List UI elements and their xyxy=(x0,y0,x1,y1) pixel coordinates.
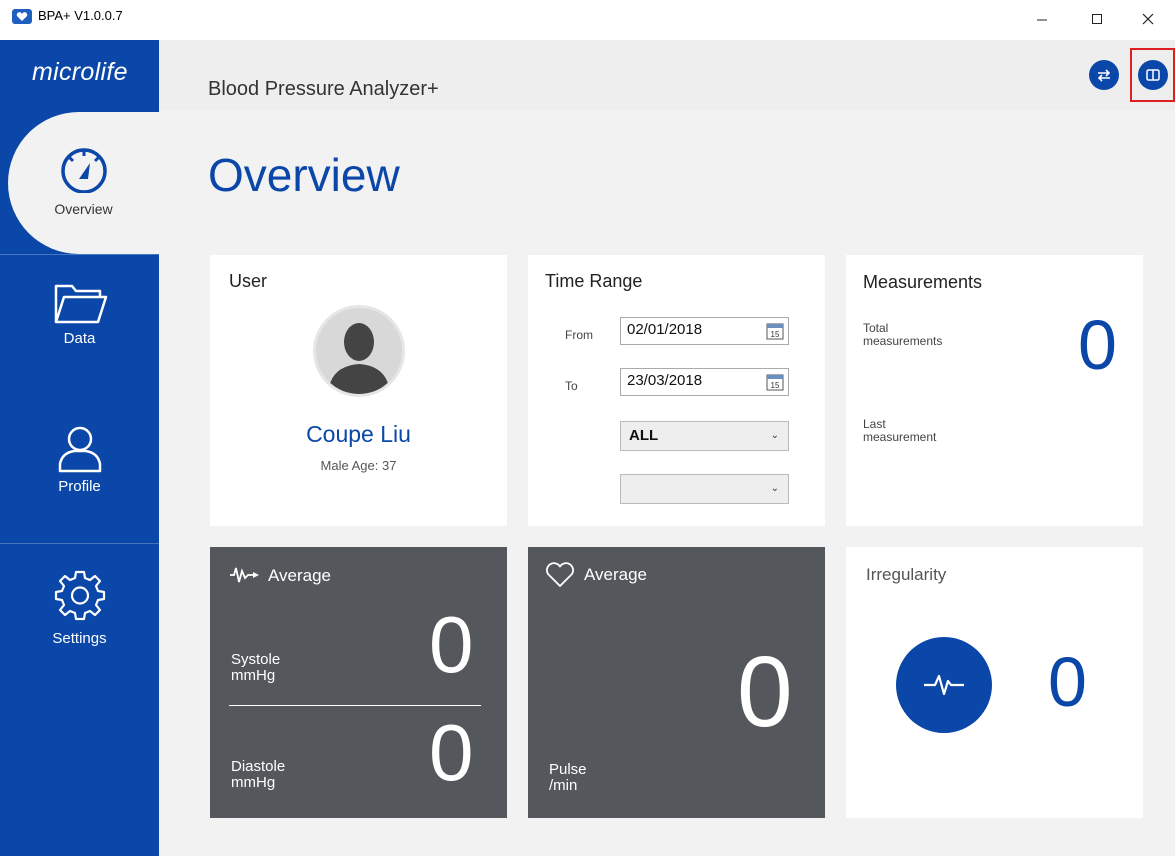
calendar-icon[interactable]: 15 xyxy=(766,322,784,340)
folder-icon xyxy=(54,284,107,324)
sidebar-item-profile[interactable]: Profile xyxy=(0,424,159,524)
range-select-value: ALL xyxy=(629,427,659,444)
time-range-card: Time Range From 02/01/2018 15 To 23/03/2… xyxy=(528,255,825,526)
pulse-label: Pulse /min xyxy=(549,761,587,794)
total-measurements-label: Total measurements xyxy=(863,321,943,348)
last-measurement-label: Last measurement xyxy=(863,417,937,444)
calendar-icon[interactable]: 15 xyxy=(766,373,784,391)
minimize-icon xyxy=(1037,19,1047,21)
sidebar-item-settings[interactable]: Settings xyxy=(0,568,159,668)
sidebar-item-label: Settings xyxy=(52,630,107,647)
diastole-value: 0 xyxy=(429,708,474,797)
pulse-average-card: Average 0 Pulse /min xyxy=(528,547,825,818)
calendar-day: 15 xyxy=(771,381,780,390)
sidebar: microlife Overview Data Profile Settings xyxy=(0,40,159,856)
gear-icon xyxy=(54,570,105,621)
header: Blood Pressure Analyzer+ xyxy=(159,40,1175,110)
app-name: Blood Pressure Analyzer+ xyxy=(208,78,439,100)
irregularity-badge xyxy=(896,637,992,733)
irregularity-value: 0 xyxy=(1048,643,1087,721)
card-title: Irregularity xyxy=(866,565,947,584)
nav-divider xyxy=(0,543,159,544)
to-label: To xyxy=(565,379,578,393)
total-measurements-value: 0 xyxy=(1078,306,1117,384)
secondary-select[interactable]: ⌄ xyxy=(620,474,789,504)
avatar xyxy=(313,305,405,397)
close-icon xyxy=(1142,13,1154,25)
sidebar-item-label: Data xyxy=(63,330,96,347)
chevron-down-icon: ⌄ xyxy=(770,430,779,441)
bp-average-card: Average Systole mmHg 0 Diastole mmHg 0 xyxy=(210,547,507,818)
to-date-field[interactable]: 23/03/2018 15 xyxy=(620,368,789,396)
card-title: Average xyxy=(584,565,648,584)
calendar-day: 15 xyxy=(771,330,780,339)
app-heart-icon xyxy=(12,9,32,24)
heart-icon xyxy=(546,562,574,587)
pulse-value: 0 xyxy=(737,636,793,748)
switch-button[interactable] xyxy=(1089,60,1119,90)
swap-icon xyxy=(1097,69,1111,82)
irregularity-card: Irregularity 0 xyxy=(846,547,1143,818)
title-bar: BPA+ V1.0.0.7 xyxy=(0,0,1175,40)
highlight-box xyxy=(1130,48,1175,102)
page-title: Overview xyxy=(208,149,400,201)
brand-logo: microlife xyxy=(32,58,128,86)
heartbeat-icon xyxy=(924,674,964,696)
measurements-card: Measurements Total measurements 0 Last m… xyxy=(846,255,1143,526)
from-date-value: 02/01/2018 xyxy=(627,321,703,338)
user-meta: Male Age: 37 xyxy=(320,458,397,473)
diastole-label: Diastole mmHg xyxy=(231,758,286,791)
pressure-wave-icon xyxy=(230,567,259,583)
maximize-button[interactable] xyxy=(1074,4,1120,34)
user-name: Coupe Liu xyxy=(306,421,411,447)
card-title: Time Range xyxy=(545,271,643,291)
user-icon xyxy=(58,426,101,473)
systole-value: 0 xyxy=(429,600,474,689)
sidebar-item-label: Overview xyxy=(54,201,113,217)
sidebar-item-data[interactable]: Data xyxy=(0,280,159,380)
user-card: User Coupe Liu Male Age: 37 xyxy=(210,255,507,526)
sidebar-item-label: Profile xyxy=(58,478,101,495)
nav-divider xyxy=(0,254,159,255)
close-button[interactable] xyxy=(1125,4,1171,34)
from-label: From xyxy=(565,328,593,342)
main-content: Overview User Coupe Liu Male Age: 37 Tim… xyxy=(159,110,1175,856)
speedometer-icon xyxy=(60,148,107,193)
chevron-down-icon: ⌄ xyxy=(770,483,779,494)
systole-label: Systole mmHg xyxy=(231,651,281,684)
to-date-value: 23/03/2018 xyxy=(627,372,703,389)
from-date-field[interactable]: 02/01/2018 15 xyxy=(620,317,789,345)
minimize-button[interactable] xyxy=(1019,4,1065,34)
maximize-icon xyxy=(1092,14,1102,24)
sidebar-item-overview[interactable]: Overview xyxy=(8,112,159,254)
divider xyxy=(229,705,481,706)
range-select[interactable]: ALL ⌄ xyxy=(620,421,789,451)
window-title: BPA+ V1.0.0.7 xyxy=(38,8,123,23)
card-title: Average xyxy=(268,566,332,585)
card-title: User xyxy=(229,271,268,291)
card-title: Measurements xyxy=(863,272,983,292)
